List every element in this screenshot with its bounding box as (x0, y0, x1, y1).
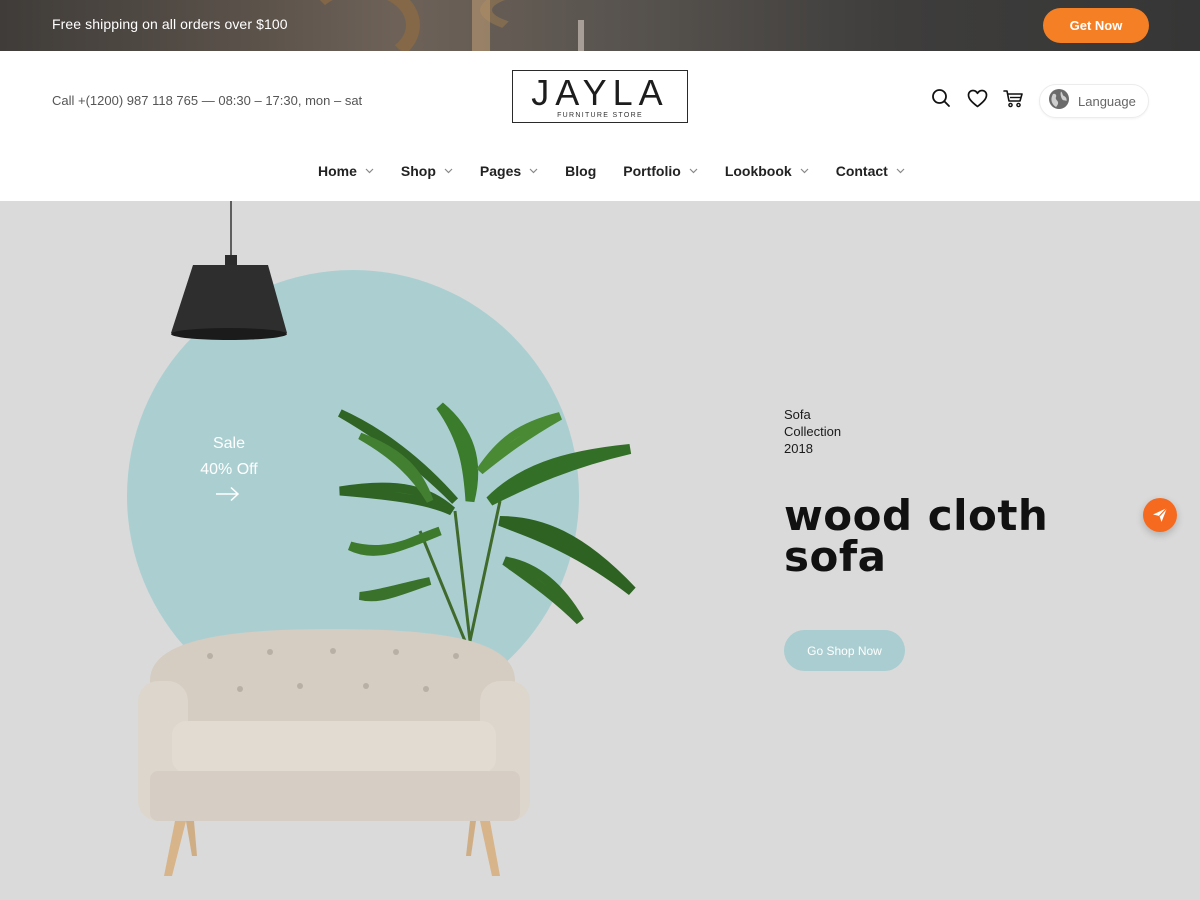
search-icon[interactable] (930, 87, 952, 109)
nav-label: Pages (479, 163, 522, 179)
promo-text: Free shipping on all orders over $100 (52, 16, 288, 32)
language-label: Language (1078, 93, 1136, 109)
nav-item-shop[interactable]: Shop (401, 163, 453, 179)
nav-item-pages[interactable]: Pages (480, 163, 538, 179)
nav-label: Shop (400, 163, 436, 179)
go-shop-now-button[interactable]: Go Shop Now (784, 630, 905, 671)
background-chair-image (300, 0, 420, 51)
nav-item-blog[interactable]: Blog (565, 163, 596, 179)
sale-badge: Sale 40% Off (188, 431, 270, 483)
logo-subtitle: FURNITURE STORE (557, 112, 643, 119)
nav-item-lookbook[interactable]: Lookbook (725, 163, 809, 179)
globe-icon (1048, 88, 1070, 115)
paper-plane-icon (1153, 507, 1168, 522)
heart-icon[interactable] (966, 87, 988, 109)
tagline-line: Collection (784, 424, 842, 439)
tagline-line: 2018 (784, 441, 813, 456)
site-logo[interactable]: JAYLA FURNITURE STORE (512, 70, 688, 123)
header-icons (930, 87, 1024, 109)
chevron-down-icon (529, 168, 538, 174)
cart-icon[interactable] (1002, 87, 1024, 109)
site-header: Call +(1200) 987 118 765 — 08:30 – 17:30… (0, 51, 1200, 201)
sale-label: Sale (212, 435, 246, 452)
send-button[interactable] (1143, 498, 1177, 532)
main-nav: Home Shop Pages Blog Portfolio Lookbook … (318, 163, 932, 179)
promo-bar: Free shipping on all orders over $100 Ge… (0, 0, 1200, 51)
language-selector[interactable]: Language (1039, 84, 1149, 118)
tagline-line: Sofa (784, 407, 811, 422)
chevron-down-icon (800, 168, 809, 174)
nav-item-portfolio[interactable]: Portfolio (623, 163, 698, 179)
background-chair-leg (578, 20, 584, 51)
hero-title-line: sofa (784, 532, 887, 581)
logo-name: JAYLA (531, 72, 669, 113)
chevron-down-icon (689, 168, 698, 174)
sofa-illustration (138, 629, 530, 876)
nav-item-home[interactable]: Home (318, 163, 374, 179)
hero-title-line: wood cloth (784, 491, 1049, 540)
chevron-down-icon (444, 168, 453, 174)
background-chair-arm (480, 0, 900, 50)
hero-section: Sale 40% Off Sofa Collection 2018 wood c… (0, 201, 1200, 900)
nav-label: Portfolio (623, 163, 681, 179)
background-chair-leg (472, 0, 490, 51)
sale-discount: 40% Off (200, 461, 258, 478)
plant-illustration (338, 402, 636, 642)
chevron-down-icon (365, 168, 374, 174)
nav-label: Blog (565, 163, 597, 179)
get-now-button[interactable]: Get Now (1043, 8, 1149, 43)
nav-label: Lookbook (724, 163, 792, 179)
contact-info: Call +(1200) 987 118 765 — 08:30 – 17:30… (52, 93, 363, 108)
hero-title: wood cloth sofa (784, 491, 1049, 581)
nav-label: Contact (835, 163, 888, 179)
hero-tagline: Sofa Collection 2018 (784, 406, 841, 457)
hero-product-image (138, 201, 636, 876)
arrow-right-icon[interactable] (215, 486, 241, 507)
nav-label: Home (318, 163, 357, 179)
chevron-down-icon (896, 168, 905, 174)
nav-item-contact[interactable]: Contact (836, 163, 905, 179)
